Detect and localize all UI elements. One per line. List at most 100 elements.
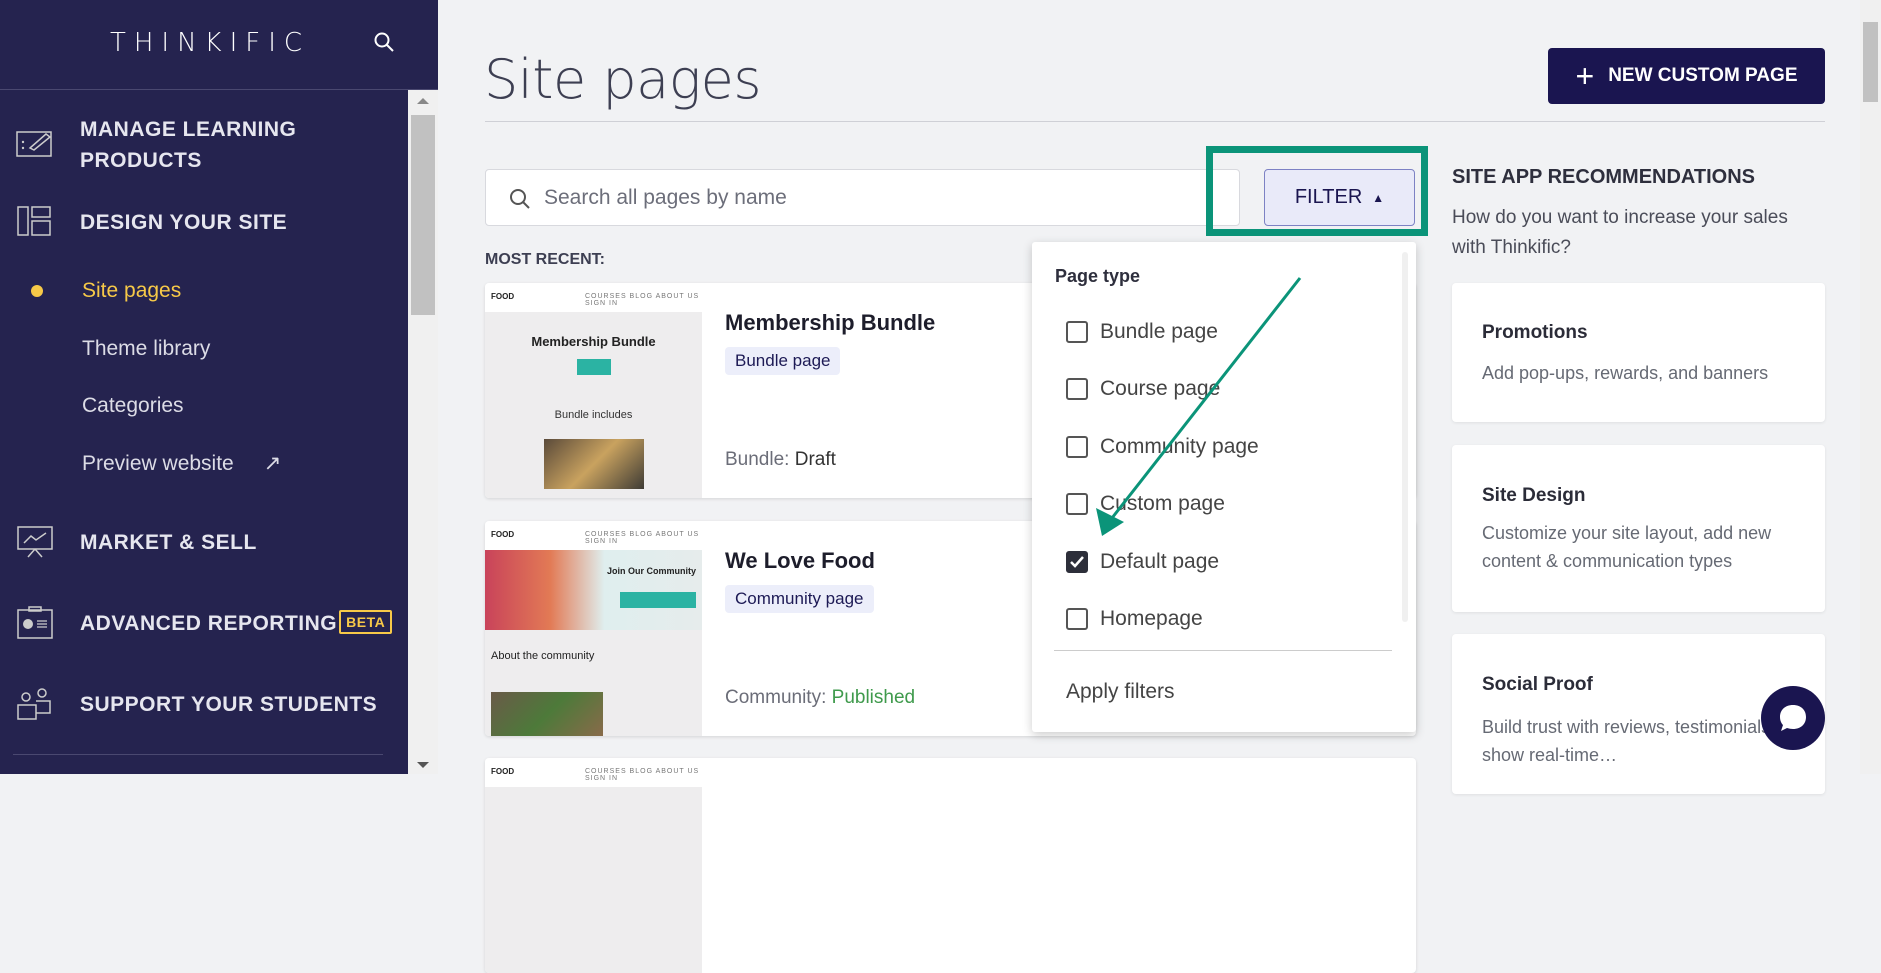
page-type-badge: Bundle page	[725, 347, 841, 375]
chat-button[interactable]	[1761, 686, 1825, 750]
nav-manage-learning-products[interactable]: MANAGE LEARNING PRODUCTS	[0, 112, 408, 178]
thinkific-logo[interactable]: THINKIFIC	[110, 28, 310, 58]
option-label: Bundle page	[1100, 320, 1218, 343]
option-label: Community page	[1100, 435, 1259, 458]
sidebar-scrollbar[interactable]	[408, 90, 438, 774]
thumb-subheading: Bundle includes	[554, 409, 633, 421]
layout-icon	[17, 206, 51, 236]
scroll-down-arrow[interactable]	[417, 762, 429, 768]
status-value: Published	[831, 687, 916, 708]
dropdown-scrollbar[interactable]	[1402, 252, 1408, 622]
sidebar-scroll-thumb[interactable]	[411, 115, 435, 315]
thumb-brand: FOOD	[491, 530, 515, 539]
status-label: Bundle:	[725, 449, 790, 470]
checkbox[interactable]	[1066, 378, 1088, 400]
page-status: Community: Published	[725, 687, 915, 709]
most-recent-label: MOST RECENT:	[485, 251, 605, 268]
page-scrollbar[interactable]	[1860, 0, 1881, 774]
nav-preview-website[interactable]: Preview website ↗	[82, 451, 281, 476]
filter-option-default-page[interactable]: Default page	[1066, 550, 1219, 574]
recommendation-card-site-design[interactable]: Site Design Customize your site layout, …	[1452, 445, 1825, 612]
thumb-heading: Membership Bundle	[531, 334, 656, 349]
annotation-highlight-box	[1206, 146, 1428, 236]
page-thumbnail: FOOD COURSES BLOG ABOUT US SIGN IN Join O…	[485, 521, 702, 736]
filter-option-custom-page[interactable]: Custom page	[1066, 492, 1225, 516]
page-title[interactable]: Membership Bundle	[725, 310, 935, 336]
beta-badge: BETA	[339, 610, 393, 634]
nav-design-your-site[interactable]: DESIGN YOUR SITE	[0, 205, 408, 241]
search-icon	[510, 189, 530, 209]
card-title: Site Design	[1482, 485, 1586, 506]
thumb-image	[491, 692, 603, 736]
recommendation-card-promotions[interactable]: Promotions Add pop-ups, rewards, and ban…	[1452, 283, 1825, 422]
thumb-heading: Join Our Community	[606, 566, 696, 576]
page-status: Bundle: Draft	[725, 449, 836, 471]
option-label: Default page	[1100, 550, 1220, 573]
preview-website-label: Preview website	[82, 452, 234, 475]
filter-option-community-page[interactable]: Community page	[1066, 435, 1259, 459]
nav-site-pages[interactable]: Site pages	[82, 279, 181, 303]
page-type-badge: Community page	[725, 585, 874, 613]
active-indicator-dot	[31, 285, 43, 297]
card-title: Social Proof	[1482, 674, 1593, 695]
presentation-chart-icon	[17, 526, 53, 558]
thumb-button	[576, 359, 611, 375]
apply-filters-button[interactable]: Apply filters	[1066, 680, 1175, 704]
thumb-image	[543, 439, 644, 489]
checkbox[interactable]	[1066, 321, 1088, 343]
option-label: Custom page	[1100, 492, 1225, 515]
new-custom-page-button[interactable]: + NEW CUSTOM PAGE	[1548, 48, 1825, 104]
sidebar: THINKIFIC MANAGE LEARNING PRODUCTS DESIG…	[0, 0, 438, 774]
new-custom-page-label: NEW CUSTOM PAGE	[1608, 65, 1798, 86]
option-label: Course page	[1100, 377, 1221, 400]
card-description: Build trust with reviews, testimonials, …	[1482, 717, 1776, 765]
filter-option-bundle-page[interactable]: Bundle page	[1066, 320, 1218, 344]
checkbox[interactable]	[1066, 608, 1088, 630]
card-description: Customize your site layout, add new cont…	[1482, 523, 1772, 571]
checkbox-checked[interactable]	[1066, 551, 1088, 573]
page-title[interactable]: We Love Food	[725, 548, 875, 574]
page-scroll-thumb[interactable]	[1863, 22, 1878, 102]
page-type-heading: Page type	[1055, 266, 1141, 286]
search-icon[interactable]	[372, 30, 396, 54]
nav-theme-library[interactable]: Theme library	[82, 337, 210, 361]
thumb-brand: FOOD	[491, 292, 515, 301]
header-divider	[485, 121, 1825, 122]
status-label: Community:	[725, 687, 827, 708]
search-input[interactable]	[544, 170, 1224, 225]
filter-dropdown: Page type Bundle page Course page Commun…	[1032, 242, 1416, 732]
scroll-up-arrow[interactable]	[417, 98, 429, 104]
check-icon	[1070, 556, 1084, 568]
status-value: Draft	[794, 449, 836, 470]
edit-board-icon	[16, 131, 52, 157]
search-box[interactable]	[485, 169, 1240, 226]
advanced-reporting-label: ADVANCED REPORTING	[80, 612, 338, 635]
report-icon	[17, 606, 53, 639]
users-icon	[17, 688, 51, 720]
checkbox[interactable]	[1066, 493, 1088, 515]
page-card[interactable]: FOOD COURSES BLOG ABOUT US SIGN IN	[485, 758, 1416, 973]
thumb-button	[620, 592, 696, 608]
recommendations-heading: SITE APP RECOMMENDATIONS	[1452, 166, 1755, 188]
chat-bubble-icon	[1780, 705, 1806, 731]
filter-option-homepage[interactable]: Homepage	[1066, 607, 1203, 631]
card-description: Add pop-ups, rewards, and banners	[1482, 363, 1769, 383]
thumb-subheading: About the community	[491, 650, 595, 662]
page-title: Site pages	[484, 48, 761, 111]
nav-market-sell[interactable]: MARKET & SELL	[0, 525, 408, 561]
nav-advanced-reporting[interactable]: ADVANCED REPORTING BETA	[0, 606, 408, 642]
dropdown-divider	[1054, 650, 1392, 651]
recommendations-subheading: How do you want to increase your sales w…	[1452, 207, 1788, 258]
nav-categories[interactable]: Categories	[82, 394, 184, 418]
plus-icon: +	[1575, 58, 1595, 94]
thumb-nav: COURSES BLOG ABOUT US SIGN IN	[585, 768, 700, 782]
page-thumbnail: FOOD COURSES BLOG ABOUT US SIGN IN Member…	[485, 283, 702, 498]
sidebar-header: THINKIFIC	[0, 0, 438, 90]
external-link-icon: ↗	[263, 452, 282, 475]
filter-option-course-page[interactable]: Course page	[1066, 377, 1220, 401]
checkbox[interactable]	[1066, 436, 1088, 458]
page-thumbnail: FOOD COURSES BLOG ABOUT US SIGN IN	[485, 758, 702, 973]
thumb-brand: FOOD	[491, 767, 515, 776]
sidebar-divider	[13, 754, 383, 755]
nav-support-your-students[interactable]: SUPPORT YOUR STUDENTS	[0, 687, 408, 723]
